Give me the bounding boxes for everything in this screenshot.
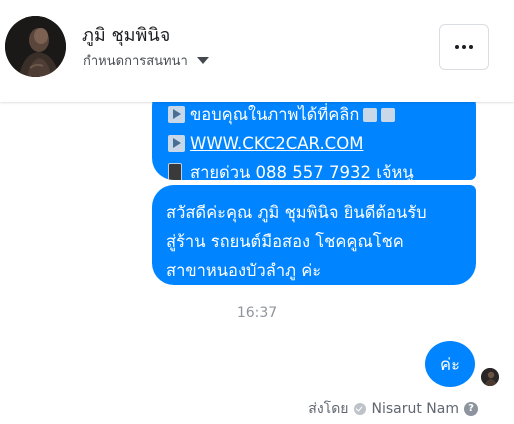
sent-by-info: ส่งโดย Nisarut Nam ?: [308, 398, 478, 420]
conversation-header: ภูมิ ชุมพินิจ กำหนดการสนทนา: [0, 0, 514, 102]
caret-down-icon: [196, 56, 209, 64]
emoji-icon: [381, 107, 396, 122]
help-icon[interactable]: ?: [464, 402, 478, 416]
verified-check-icon: [353, 403, 366, 415]
contact-avatar[interactable]: [5, 16, 66, 77]
hotline-text: สายด่วน 088 557 7932 เจ้หนู: [190, 163, 414, 180]
emoji-icon: [363, 107, 378, 122]
message-line: ขอบคุณในภาพได้ที่คลิก: [168, 100, 476, 129]
reply-text: ค่ะ: [440, 354, 460, 374]
message-timestamp: 16:37: [236, 305, 278, 321]
sent-by-label: ส่งโดย: [308, 401, 349, 417]
play-icon: [168, 135, 185, 152]
sender-name: Nisarut Nam: [371, 401, 460, 417]
schedule-label: กำหนดการสนทนา: [83, 53, 188, 69]
play-icon: [168, 106, 185, 123]
contact-name[interactable]: ภูมิ ชุมพินิจ: [82, 20, 170, 49]
page-message-text: สวัสดีค่ะคุณ ภูมิ ชุมพินิจ ยินดีต้อนรับ …: [166, 203, 427, 280]
message-hotline-line: สายด่วน 088 557 7932 เจ้หนู: [168, 158, 476, 180]
page-message-bubble: สวัสดีค่ะคุณ ภูมิ ชุมพินิจ ยินดีต้อนรับ …: [152, 185, 476, 285]
schedule-dropdown[interactable]: กำหนดการสนทนา: [83, 50, 209, 70]
message-link-line: WWW.CKC2CAR.COM: [168, 129, 476, 158]
phone-icon: [168, 162, 182, 180]
more-horizontal-icon: [455, 45, 473, 49]
message-line-text: ขอบคุณในภาพได้ที่คลิก: [190, 105, 360, 124]
seen-avatar: [481, 368, 499, 386]
more-options-button[interactable]: [439, 24, 489, 70]
reply-message-bubble: ค่ะ: [425, 341, 475, 387]
website-link[interactable]: WWW.CKC2CAR.COM: [190, 129, 363, 158]
messenger-window: ขอบคุณในภาพได้ที่คลิก WWW.CKC2CAR.COM สา…: [0, 0, 514, 424]
